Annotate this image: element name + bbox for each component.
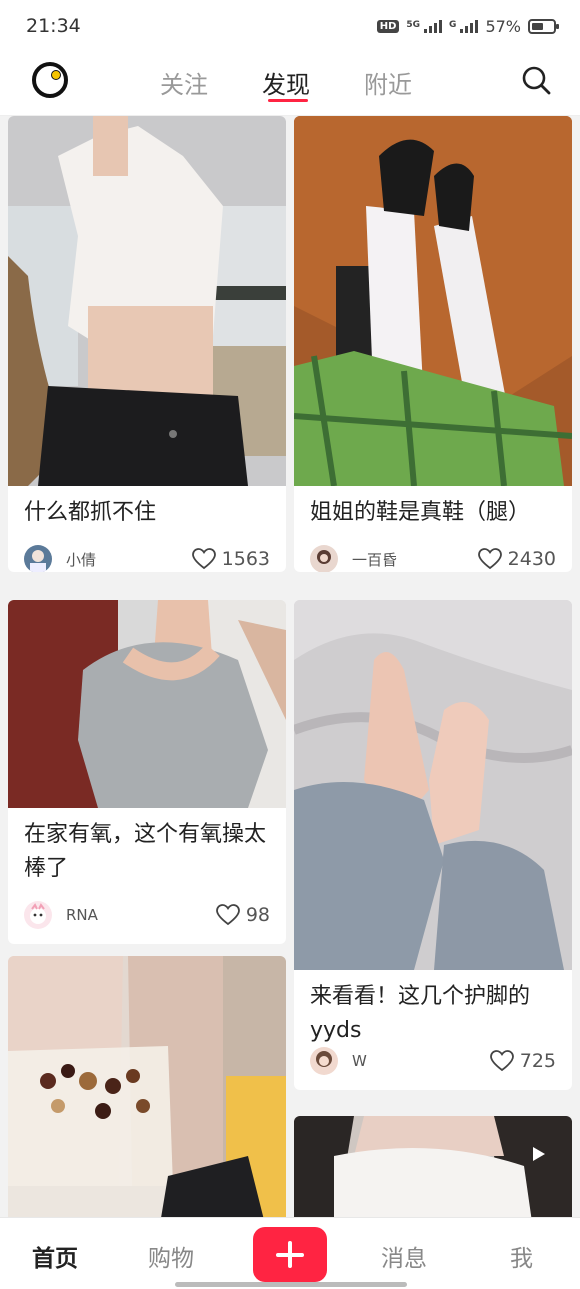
signal-g-icon: G: [449, 20, 479, 33]
feed-card[interactable]: 在家有氧，这个有氧操太棒了 RNA 98: [8, 600, 286, 944]
bottom-nav: 首页 购物 消息 我: [0, 1217, 580, 1289]
author-name[interactable]: W: [352, 1052, 490, 1070]
card-cover-image[interactable]: [8, 116, 286, 486]
feed-card[interactable]: 什么都抓不住 小倩 1563: [8, 116, 286, 572]
card-title: 在家有氧，这个有氧操太棒了: [24, 822, 267, 881]
author-name[interactable]: 小倩: [66, 549, 192, 570]
search-icon[interactable]: [520, 64, 552, 96]
card-cover-image[interactable]: [8, 956, 286, 1217]
card-title: 姐姐的鞋是真鞋（腿）: [310, 500, 531, 525]
tab-discover[interactable]: 发现: [262, 65, 310, 100]
home-indicator[interactable]: [175, 1282, 407, 1287]
author-avatar[interactable]: [24, 545, 52, 572]
heart-icon: [477, 548, 502, 570]
network-5g-label: 5G: [406, 20, 421, 30]
like-button[interactable]: 2430: [477, 548, 556, 570]
logo-dot: [51, 70, 61, 80]
network-g-label: G: [449, 20, 457, 30]
card-title: 来看看！这几个护脚的yyds: [310, 984, 531, 1043]
feed-card-video[interactable]: [294, 1116, 572, 1217]
status-icons: HD 5G G 57%: [376, 17, 559, 36]
tab-nearby[interactable]: 附近: [364, 65, 412, 100]
active-tab-indicator: [268, 99, 308, 102]
card-cover-image[interactable]: [294, 600, 572, 970]
app-logo-icon[interactable]: [32, 62, 68, 98]
nav-home[interactable]: 首页: [32, 1239, 78, 1273]
card-cover-image[interactable]: [8, 600, 286, 808]
top-nav: 关注 发现 附近: [0, 56, 580, 116]
hd-badge: HD: [376, 20, 400, 33]
like-button[interactable]: 98: [215, 904, 270, 926]
feed: 什么都抓不住 小倩 1563 姐姐的鞋是真鞋（腿） 一百昏 2430 在家有氧，…: [0, 116, 580, 1217]
status-bar: 21:34 HD 5G G 57%: [0, 0, 580, 56]
author-name[interactable]: RNA: [66, 906, 216, 924]
card-author-row: W 725: [310, 1046, 556, 1076]
heart-icon: [215, 904, 240, 926]
signal-5g-icon: 5G: [406, 20, 443, 33]
author-avatar[interactable]: [310, 545, 338, 572]
feed-card[interactable]: [8, 956, 286, 1217]
nav-shop[interactable]: 购物: [148, 1239, 194, 1273]
nav-me[interactable]: 我: [510, 1239, 533, 1273]
card-cover-image[interactable]: [294, 116, 572, 486]
like-count: 1563: [221, 548, 270, 570]
like-button[interactable]: 725: [489, 1050, 556, 1072]
author-avatar[interactable]: [24, 901, 52, 929]
card-cover-image[interactable]: [294, 1116, 572, 1217]
battery-icon: [528, 19, 559, 34]
tab-follow[interactable]: 关注: [160, 65, 208, 100]
card-author-row: 一百昏 2430: [310, 544, 556, 572]
plus-icon-bar: [276, 1253, 304, 1257]
card-title: 什么都抓不住: [24, 500, 157, 525]
author-name[interactable]: 一百昏: [352, 549, 478, 570]
like-button[interactable]: 1563: [191, 548, 270, 570]
status-time: 21:34: [26, 15, 81, 37]
nav-messages[interactable]: 消息: [381, 1239, 427, 1273]
play-icon: [533, 1147, 545, 1161]
author-avatar[interactable]: [310, 1047, 338, 1075]
card-author-row: RNA 98: [24, 900, 270, 930]
battery-level: [532, 23, 543, 30]
heart-icon: [489, 1050, 514, 1072]
battery-percent: 57%: [485, 17, 521, 36]
heart-icon: [191, 548, 216, 570]
like-count: 2430: [507, 548, 556, 570]
feed-card[interactable]: 姐姐的鞋是真鞋（腿） 一百昏 2430: [294, 116, 572, 572]
add-post-button[interactable]: [253, 1227, 327, 1282]
card-author-row: 小倩 1563: [24, 544, 270, 572]
like-count: 98: [245, 904, 270, 926]
feed-card[interactable]: 来看看！这几个护脚的yyds W 725: [294, 600, 572, 1090]
like-count: 725: [519, 1050, 556, 1072]
